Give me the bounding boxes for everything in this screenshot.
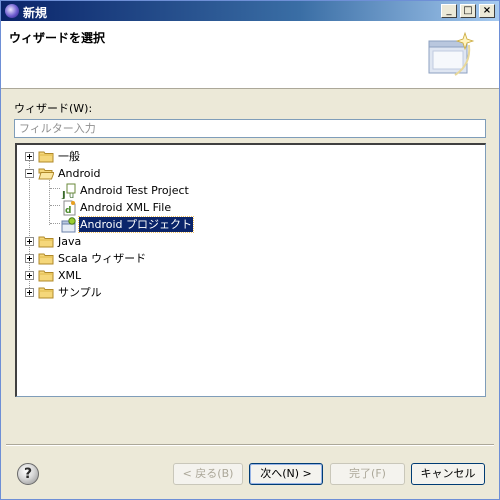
tree-connector [49, 175, 50, 225]
svg-text:J: J [61, 190, 66, 199]
tree-item-label: Scala ウィザード [58, 252, 147, 265]
tree-item-label: Android [58, 167, 101, 180]
expand-icon[interactable] [25, 152, 34, 161]
tree-item-label: サンプル [58, 286, 102, 299]
next-button[interactable]: 次へ(N) > [249, 463, 323, 485]
folder-icon [38, 151, 54, 163]
folder-open-icon [38, 168, 54, 180]
folder-icon [38, 253, 54, 265]
tree-item-label: Android プロジェクト [77, 216, 195, 233]
tree-connector [50, 205, 60, 206]
android-xml-file-icon: d [63, 200, 76, 216]
tree-item-label: XML [58, 269, 82, 282]
new-wizard-dialog: 新規 _ □ × ウィザードを選択 ウィザード(W): 一般 [0, 0, 500, 500]
wizard-banner-icon [428, 31, 475, 76]
expand-icon[interactable] [25, 288, 34, 297]
help-icon[interactable]: ? [17, 463, 39, 485]
wizard-label: ウィザード(W): [14, 102, 93, 115]
title-bar[interactable]: 新規 _ □ × [1, 1, 499, 21]
wizard-banner: ウィザードを選択 [1, 21, 499, 89]
tree-item-label: Android Test Project [80, 184, 189, 197]
tree-item-label: Java [58, 235, 82, 248]
svg-text:d: d [65, 206, 71, 216]
android-project-icon [61, 217, 76, 233]
close-button[interactable]: × [479, 4, 495, 18]
collapse-icon[interactable] [25, 169, 34, 178]
minimize-button[interactable]: _ [441, 4, 457, 18]
back-button[interactable]: < 戻る(B) [173, 463, 243, 485]
tree-connector [50, 223, 60, 224]
tree-item-label: Android XML File [80, 201, 172, 214]
expand-icon[interactable] [25, 271, 34, 280]
expand-icon[interactable] [25, 237, 34, 246]
folder-icon [38, 236, 54, 248]
eclipse-icon [5, 4, 19, 18]
expand-icon[interactable] [25, 254, 34, 263]
tree-connector [50, 188, 60, 189]
finish-button[interactable]: 完了(F) [330, 463, 405, 485]
folder-icon [38, 287, 54, 299]
junit-icon: J u [61, 183, 76, 199]
tree-item-label: 一般 [58, 150, 80, 163]
maximize-button[interactable]: □ [460, 4, 476, 18]
filter-input[interactable] [14, 119, 486, 138]
wizard-tree[interactable]: 一般 Android J u Android Test Project d An… [15, 143, 486, 397]
svg-text:u: u [69, 191, 74, 199]
window-title: 新規 [23, 6, 48, 20]
cancel-button[interactable]: キャンセル [411, 463, 485, 485]
folder-icon [38, 270, 54, 282]
footer-separator [6, 444, 494, 446]
banner-title: ウィザードを選択 [9, 31, 106, 45]
